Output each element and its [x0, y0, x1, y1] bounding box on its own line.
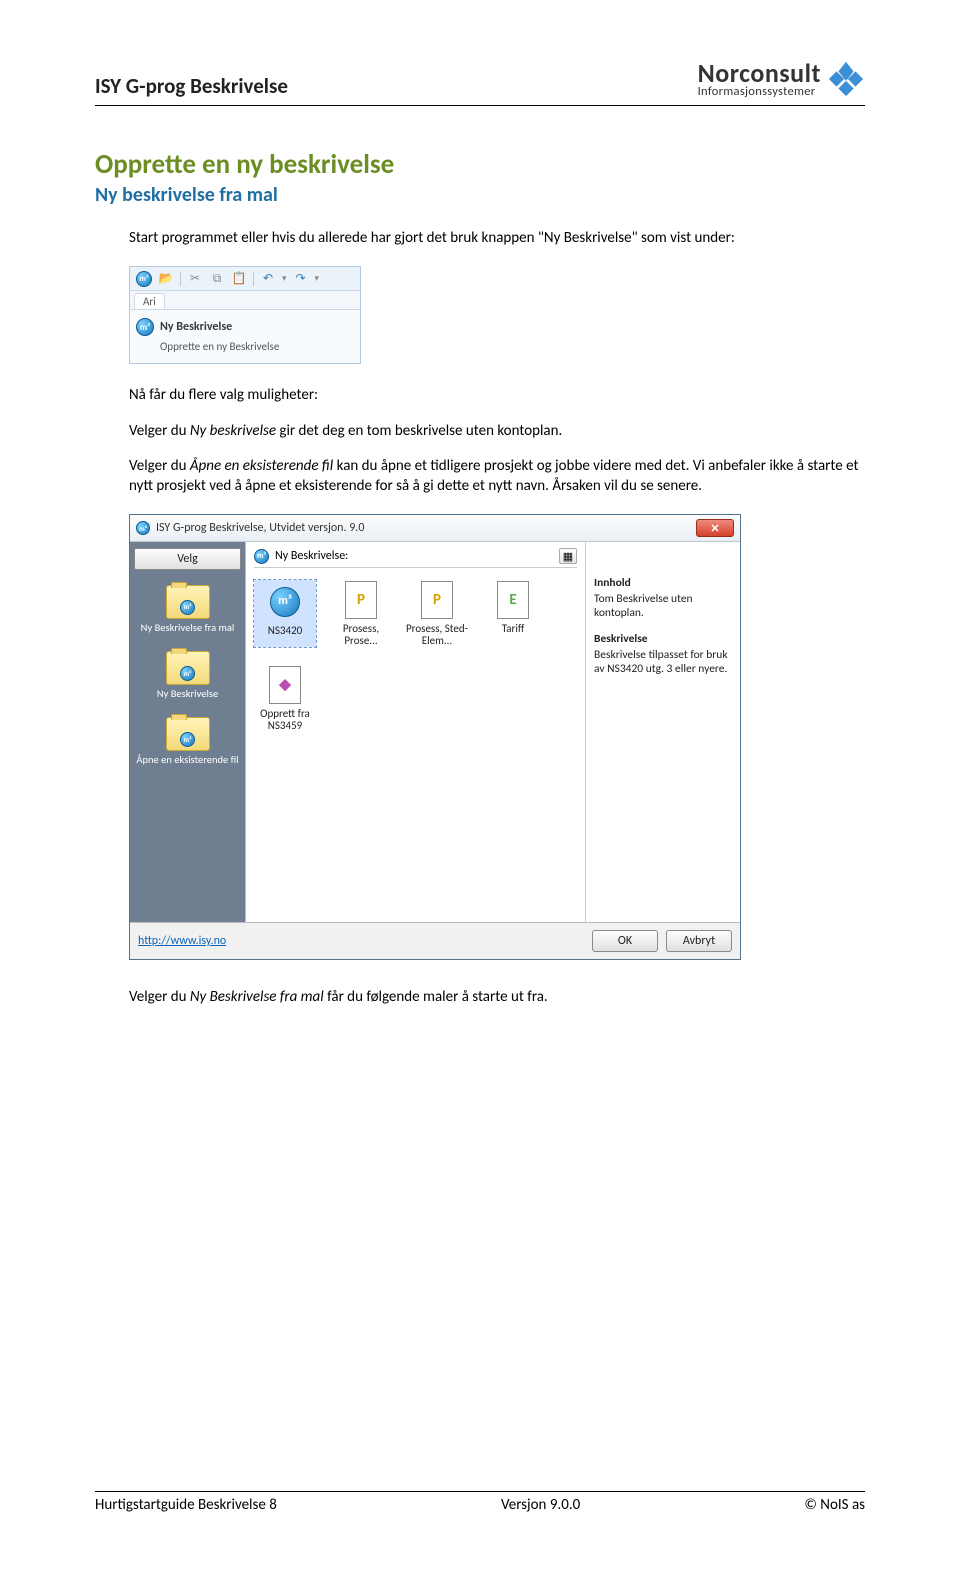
dialog-title: ISY G-prog Beskrivelse, Utvidet versjon.… [156, 521, 364, 535]
ok-button[interactable]: OK [592, 930, 658, 952]
redo-icon: ↷ [293, 271, 309, 287]
ny-beskrivelse-icon: m³ [136, 318, 154, 336]
toolbar-card-desc: Opprette en ny Beskrivelse [136, 340, 354, 353]
doc-header: ISY G-prog Beskrivelse Norconsult Inform… [95, 60, 865, 106]
folder-open-icon: 📂 [158, 271, 174, 287]
cancel-button[interactable]: Avbryt [666, 930, 732, 952]
para-2: Nå får du flere valg muligheter: [95, 386, 865, 406]
dialog-right-panel: Innhold Tom Beskrivelse uten kontoplan. … [585, 542, 740, 922]
para-3: Velger du Ny beskrivelse gir det deg en … [95, 422, 865, 442]
right-besk-title: Beskrivelse [594, 632, 732, 646]
para-5: Velger du Ny Beskrivelse fra mal får du … [95, 988, 865, 1008]
logo-name: Norconsult [698, 60, 821, 86]
toolbar-icons-row: m³ 📂 ✂ ⧉ 📋 ↶ ▾ ↷ ▾ [130, 267, 360, 291]
header-label: Ny Beskrivelse: [275, 549, 348, 563]
right-innhold-title: Innhold [594, 576, 732, 590]
dialog-sidebar: Velg m³ Ny Beskrivelse fra mal m³ Ny Bes… [130, 542, 245, 922]
template-tariff[interactable]: E Tariff [482, 580, 544, 647]
folder-mb-icon: m³ [180, 732, 195, 747]
copy-icon: ⧉ [209, 271, 225, 287]
toolbar-card-title: Ny Beskrivelse [160, 320, 232, 334]
undo-icon: ↶ [260, 271, 276, 287]
template-prosess-sted[interactable]: P Prosess, Sted-Elem... [406, 580, 468, 647]
section-title: Opprette en ny beskrivelse [95, 148, 865, 181]
sidebar-item-open[interactable]: m³ Åpne en eksisterende fil [134, 712, 241, 774]
velg-button[interactable]: Velg [134, 548, 241, 570]
sub-title: Ny beskrivelse fra mal [95, 183, 865, 207]
toolbar-tab: Ari [134, 293, 165, 309]
paste-icon: 📋 [231, 271, 247, 287]
logo-mark-icon [827, 60, 865, 98]
cut-icon: ✂ [187, 271, 203, 287]
grid-view-button[interactable]: ▦ [559, 548, 577, 564]
para-1: Start programmet eller hvis du allerede … [95, 229, 865, 249]
ns3420-icon: m³ [270, 587, 300, 617]
header-app-icon: m³ [254, 549, 269, 564]
right-besk-text: Beskrivelse tilpasset for bruk av NS3420… [594, 648, 732, 676]
footer-right: © NoIS as [804, 1496, 865, 1514]
template-prosess-prose[interactable]: P Prosess, Prose... [330, 580, 392, 647]
dialog-app-icon: m³ [136, 521, 150, 535]
template-ns3420[interactable]: m³ NS3420 [254, 580, 316, 647]
sidebar-item-ny[interactable]: m³ Ny Beskrivelse [134, 646, 241, 708]
doc-footer: Hurtigstartguide Beskrivelse 8 Versjon 9… [95, 1491, 865, 1514]
dialog-link[interactable]: http://www.isy.no [138, 934, 226, 948]
dialog-screenshot: m³ ISY G-prog Beskrivelse, Utvidet versj… [129, 514, 741, 960]
toolbar-card: m³ Ny Beskrivelse Opprette en ny Beskriv… [130, 310, 360, 363]
template-grid: m³ NS3420 P Prosess, Prose... P Prosess,… [254, 580, 577, 732]
app-icon: m³ [136, 271, 152, 287]
para-4: Velger du Åpne en eksisterende fil kan d… [95, 457, 865, 496]
dialog-footer: http://www.isy.no OK Avbryt [130, 922, 740, 959]
toolbar-screenshot: m³ 📂 ✂ ⧉ 📋 ↶ ▾ ↷ ▾ Ari m³ Ny Beskrivelse… [129, 266, 361, 364]
close-button[interactable]: ✕ [696, 519, 734, 537]
logo: Norconsult Informasjonssystemer [698, 60, 865, 99]
template-ns3459[interactable]: ◆ Opprett fra NS3459 [254, 665, 316, 732]
folder-mb-icon: m³ [180, 666, 195, 681]
footer-left: Hurtigstartguide Beskrivelse 8 [95, 1496, 277, 1514]
folder-mb-icon: m³ [180, 600, 195, 615]
doc-title: ISY G-prog Beskrivelse [95, 73, 288, 99]
sidebar-item-ny-fra-mal[interactable]: m³ Ny Beskrivelse fra mal [134, 580, 241, 642]
dialog-header-row: m³ Ny Beskrivelse: ▦ [254, 548, 577, 568]
right-innhold-text: Tom Beskrivelse uten kontoplan. [594, 592, 732, 620]
logo-sub: Informasjonssystemer [698, 86, 816, 99]
footer-center: Versjon 9.0.0 [501, 1496, 580, 1514]
dialog-titlebar: m³ ISY G-prog Beskrivelse, Utvidet versj… [130, 515, 740, 542]
toolbar-tabs: Ari [130, 291, 360, 310]
